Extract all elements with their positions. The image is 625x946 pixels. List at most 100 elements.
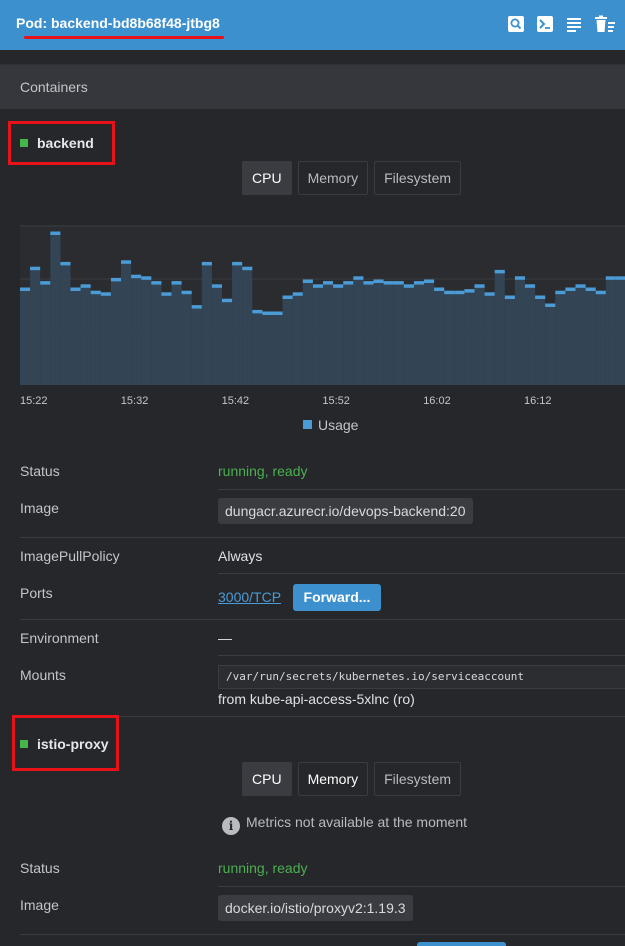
highlight-underline: [24, 36, 224, 39]
tab-filesystem[interactable]: Filesystem: [374, 161, 462, 195]
chart-area-segment: [444, 292, 455, 385]
divider: [218, 489, 625, 490]
terminal-icon[interactable]: [536, 15, 554, 33]
chart-area-segment: [343, 282, 354, 385]
chart-data-point: [504, 295, 515, 299]
chart-area-segment: [262, 313, 273, 385]
status-value: running, ready: [218, 463, 308, 479]
chart-area-segment: [90, 292, 101, 385]
header-bar: Pod: backend-bd8b68f48-jtbg8: [0, 0, 625, 50]
delete-icon[interactable]: [594, 15, 616, 33]
chart-area-segment: [585, 289, 596, 385]
chart-area-segment: [70, 289, 81, 385]
chart-data-point: [464, 289, 475, 293]
ports-label: Ports: [20, 585, 53, 601]
chart-area-segment: [595, 292, 606, 385]
chart-data-point: [383, 281, 394, 285]
chart-data-point: [565, 287, 576, 291]
chart-area-segment: [252, 311, 263, 385]
status-value: running, ready: [218, 860, 308, 876]
chart-data-point: [242, 266, 253, 271]
port-link[interactable]: 3000/TCP: [218, 589, 281, 605]
chart-data-point: [424, 279, 435, 283]
chart-area-segment: [30, 268, 41, 385]
chart-data-point: [545, 303, 556, 307]
chart-data-point: [131, 274, 142, 279]
chart-area-segment: [403, 285, 414, 385]
chart-data-point: [494, 269, 505, 274]
chart-area-segment: [242, 268, 253, 385]
chart-data-point: [595, 290, 606, 295]
metric-tabs: CPU Memory Filesystem: [242, 161, 462, 195]
chart-area-segment: [60, 263, 71, 385]
chart-area-segment: [434, 289, 445, 385]
forward-button[interactable]: Forward...: [293, 584, 381, 611]
chart-area-segment: [141, 277, 152, 385]
chart-area-segment: [383, 282, 394, 385]
image-label: Image: [20, 897, 59, 913]
chart-area-segment: [323, 282, 334, 385]
chart-area-segment: [525, 285, 536, 385]
chart-data-point: [121, 260, 132, 264]
chart-area-segment: [151, 282, 162, 385]
tab-cpu[interactable]: CPU: [242, 161, 292, 195]
chart-data-point: [333, 284, 344, 288]
status-dot-icon: [20, 139, 28, 147]
chart-data-point: [90, 290, 101, 295]
metrics-notice-text: Metrics not available at the moment: [246, 814, 467, 830]
forward-button[interactable]: [417, 942, 506, 946]
chart-data-point: [413, 281, 424, 285]
tab-filesystem[interactable]: Filesystem: [374, 762, 462, 796]
chart-data-point: [585, 287, 596, 291]
chart-area-segment: [333, 285, 344, 385]
image-pull-policy-label: ImagePullPolicy: [20, 548, 120, 564]
chart-area-segment: [464, 290, 475, 385]
image-label: Image: [20, 500, 59, 516]
divider: [218, 655, 625, 656]
chart-area-segment: [40, 282, 51, 385]
tab-memory[interactable]: Memory: [297, 161, 369, 195]
chart-data-point: [30, 266, 41, 271]
search-icon[interactable]: [507, 15, 525, 33]
legend-label: Usage: [318, 417, 359, 433]
chart-data-point: [161, 292, 172, 296]
chart-area-segment: [20, 289, 31, 385]
chart-data-point: [474, 284, 485, 288]
chart-area-segment: [171, 282, 182, 385]
chart-data-point: [444, 290, 455, 295]
chart-area-segment: [565, 289, 576, 385]
chart-data-point: [201, 261, 212, 266]
chart-data-point: [555, 290, 566, 295]
chart-area-segment: [575, 285, 586, 385]
tab-cpu[interactable]: CPU: [242, 762, 292, 796]
chart-area-segment: [131, 276, 142, 385]
chart-area-segment: [232, 263, 243, 385]
chart-area-segment: [393, 282, 404, 385]
chart-area-segment: [615, 277, 625, 385]
chart-area-segment: [80, 285, 91, 385]
chart-data-point: [80, 284, 91, 288]
chart-data-point: [353, 276, 364, 280]
chart-data-point: [70, 287, 81, 291]
chart-area-segment: [191, 306, 202, 385]
cpu-usage-chart: [20, 225, 625, 385]
logs-icon[interactable]: [565, 15, 583, 33]
legend-swatch: [303, 420, 312, 429]
divider: [218, 573, 625, 574]
x-tick-label: 15:52: [322, 395, 350, 407]
chart-data-point: [181, 290, 192, 295]
chart-data-point: [525, 284, 536, 288]
chart-area-segment: [605, 277, 616, 385]
chart-data-point: [605, 276, 616, 280]
chart-area-segment: [373, 281, 384, 385]
chart-area-segment: [100, 293, 111, 385]
chart-data-point: [393, 281, 404, 285]
chart-data-point: [535, 295, 546, 299]
chart-area-segment: [353, 277, 364, 385]
status-label: Status: [20, 463, 60, 479]
chart-area-segment: [535, 297, 546, 385]
chart-area-segment: [504, 297, 515, 385]
tab-memory[interactable]: Memory: [297, 762, 369, 796]
chart-area-segment: [494, 271, 505, 385]
chart-data-point: [262, 311, 273, 315]
